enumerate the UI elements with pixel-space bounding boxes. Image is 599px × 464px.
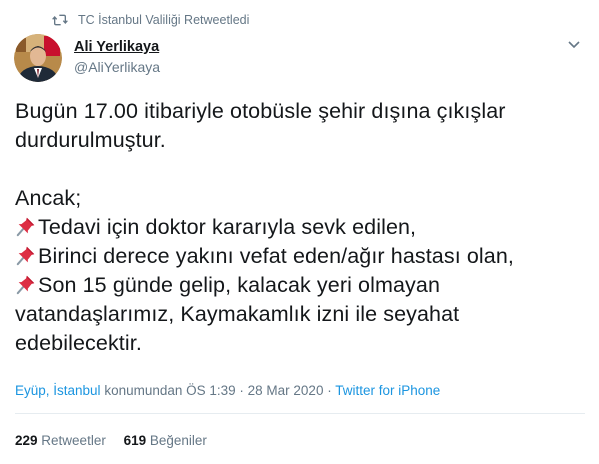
tweet-line: vatandaşlarımız, Kaymakamlık izni ile se… (15, 302, 460, 326)
retweet-icon (52, 14, 68, 26)
tweet-meta: Eyüp, İstanbul konumundan ÖS 1:39 · 28 M… (15, 382, 440, 400)
divider (15, 413, 585, 414)
retweet-context[interactable]: TC İstanbul Valiliği Retweetledi (52, 11, 249, 29)
tweet-text: Bugün 17.00 itibariyle otobüsle şehir dı… (15, 97, 585, 358)
tweet-item-text: Tedavi için doktor kararıyla sevk edilen… (38, 215, 417, 239)
tweet-list-item: Son 15 günde gelip, kalacak yeri olmayan (15, 271, 585, 300)
source-link[interactable]: Twitter for iPhone (335, 383, 440, 398)
avatar[interactable] (14, 34, 62, 82)
retweets-stat[interactable]: 229 Retweetler (15, 433, 106, 448)
tweet-line: durdurulmuştur. (15, 128, 166, 152)
retweet-context-label: TC İstanbul Valiliği Retweetledi (78, 13, 250, 27)
tweet-list-item: Tedavi için doktor kararıyla sevk edilen… (15, 213, 585, 242)
retweets-count: 229 (15, 433, 38, 448)
tweet-stats: 229 Retweetler 619 Beğeniler (15, 432, 221, 450)
chevron-down-icon[interactable] (567, 40, 581, 50)
tweet-line: edebilecektir. (15, 331, 142, 355)
tweet-item-text: Birinci derece yakını vefat eden/ağır ha… (38, 244, 514, 268)
author-name[interactable]: Ali Yerlikaya (74, 38, 160, 56)
pushpin-icon (16, 246, 35, 266)
retweets-label: Retweetler (41, 433, 106, 448)
tweet-list-item: Birinci derece yakını vefat eden/ağır ha… (15, 242, 585, 271)
tweet-line: Bugün 17.00 itibariyle otobüsle şehir dı… (15, 99, 506, 123)
pushpin-icon (16, 275, 35, 295)
tweet-line: Ancak; (15, 186, 82, 210)
likes-stat[interactable]: 619 Beğeniler (124, 433, 207, 448)
pushpin-icon (16, 217, 35, 237)
avatar-image (14, 34, 62, 82)
likes-count: 619 (123, 433, 147, 448)
author-block: Ali Yerlikaya @AliYerlikaya (74, 38, 160, 76)
tweet-item-text: Son 15 günde gelip, kalacak yeri olmayan (38, 273, 441, 297)
author-handle[interactable]: @AliYerlikaya (74, 58, 160, 76)
location-suffix: konumundan (100, 383, 187, 398)
timestamp[interactable]: ÖS 1:39 · 28 Mar 2020 (186, 383, 323, 398)
meta-separator: · (323, 383, 336, 398)
tweet-card: TC İstanbul Valiliği Retweetledi Ali Yer… (0, 0, 599, 464)
likes-label: Beğeniler (149, 433, 207, 448)
location-link[interactable]: Eyüp, İstanbul (15, 383, 101, 398)
